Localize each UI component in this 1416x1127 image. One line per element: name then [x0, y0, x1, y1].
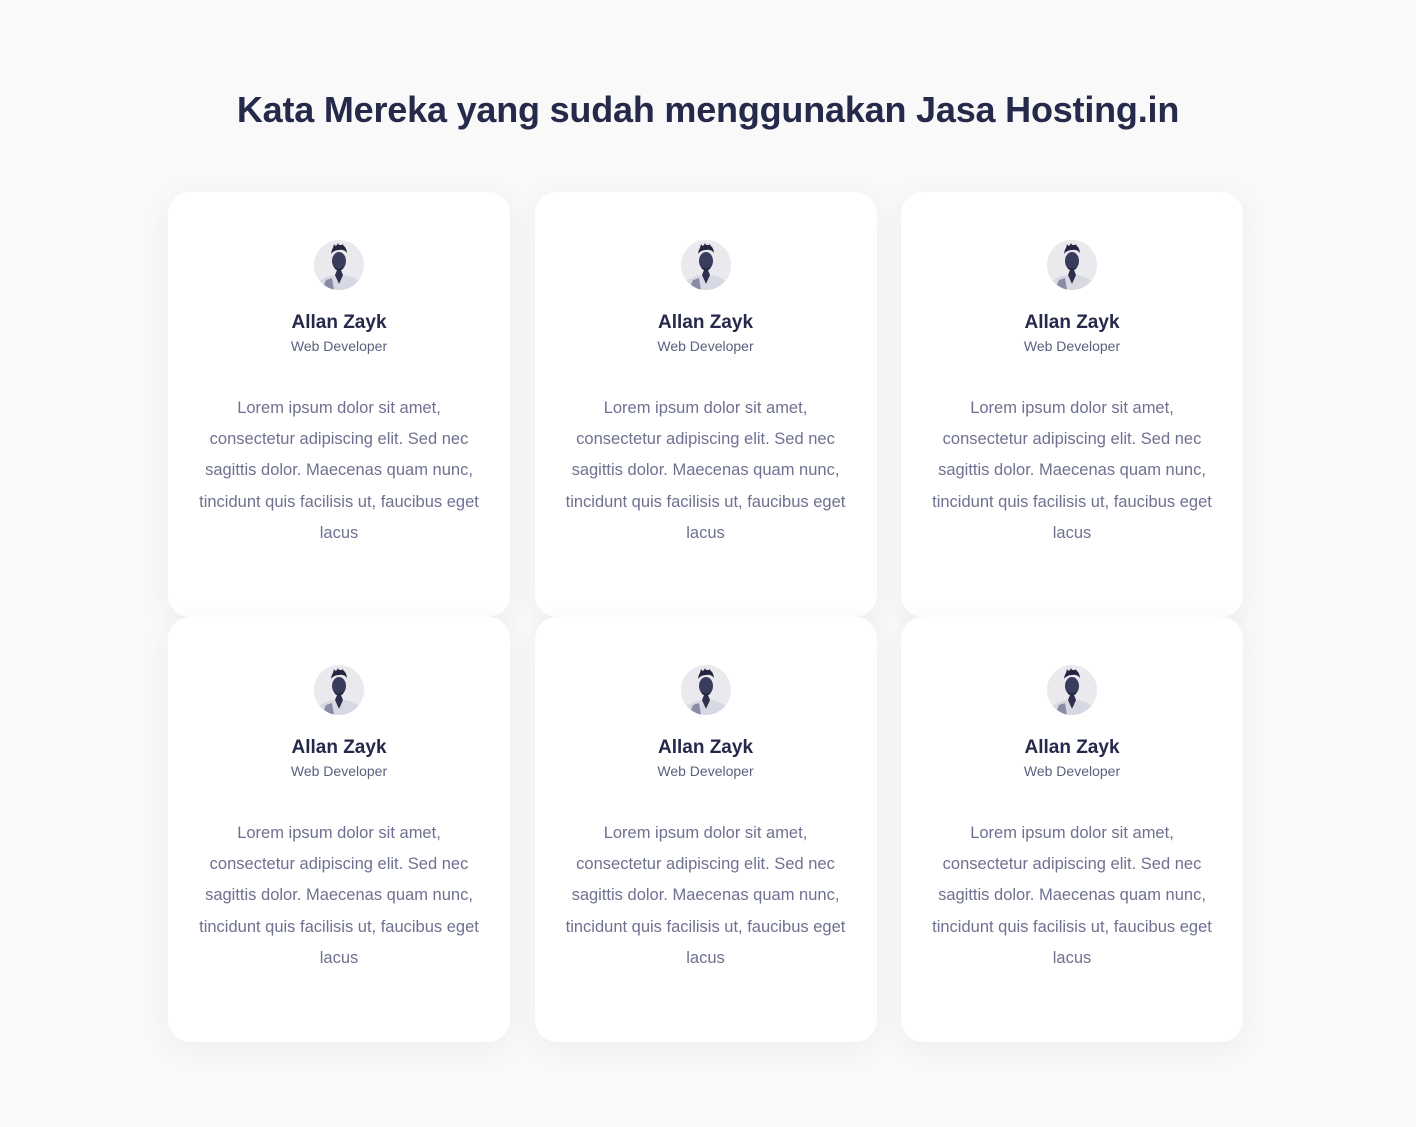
avatar-portrait-icon	[680, 240, 731, 290]
author-name: Allan Zayk	[1024, 312, 1120, 333]
testimonial-text: Lorem ipsum dolor sit amet, consectetur …	[932, 824, 1212, 967]
testimonial-text: Lorem ipsum dolor sit amet, consectetur …	[199, 399, 479, 542]
author-name: Allan Zayk	[657, 737, 754, 758]
testimonial-card: Allan Zayk Web Developer Lorem ipsum dol…	[168, 192, 510, 617]
avatar-portrait-icon	[1047, 240, 1097, 290]
author-role: Web Developer	[1023, 763, 1121, 779]
author-role: Web Developer	[1023, 338, 1121, 354]
testimonial-card: Allan Zayk Web Developer Lorem ipsum dol…	[901, 192, 1243, 617]
testimonial-card: Allan Zayk Web Developer Lorem ipsum dol…	[534, 617, 877, 1042]
testimonial-text: Lorem ipsum dolor sit amet, consectetur …	[565, 824, 846, 967]
testimonial-card: Allan Zayk Web Developer Lorem ipsum dol…	[168, 617, 510, 1042]
testimonial-text: Lorem ipsum dolor sit amet, consectetur …	[932, 399, 1212, 542]
author-name: Allan Zayk	[291, 312, 387, 333]
avatar-portrait-icon	[1047, 665, 1097, 715]
section-title: Kata Mereka yang sudah menggunakan Jasa …	[236, 89, 1180, 130]
author-role: Web Developer	[657, 338, 754, 354]
author-name: Allan Zayk	[657, 312, 754, 333]
avatar-portrait-icon	[314, 665, 364, 715]
author-name: Allan Zayk	[1024, 737, 1120, 758]
author-role: Web Developer	[657, 763, 754, 779]
avatar-portrait-icon	[680, 665, 731, 715]
testimonials-section: Kata Mereka yang sudah menggunakan Jasa …	[0, 0, 1416, 1127]
testimonial-grid: Allan Zayk Web Developer Lorem ipsum dol…	[168, 192, 1243, 1042]
testimonial-text: Lorem ipsum dolor sit amet, consectetur …	[199, 824, 479, 967]
author-role: Web Developer	[290, 338, 388, 354]
avatar-portrait-icon	[314, 240, 364, 290]
author-name: Allan Zayk	[291, 737, 387, 758]
author-role: Web Developer	[290, 763, 388, 779]
testimonial-text: Lorem ipsum dolor sit amet, consectetur …	[565, 399, 846, 542]
testimonial-card: Allan Zayk Web Developer Lorem ipsum dol…	[901, 617, 1243, 1042]
testimonial-card: Allan Zayk Web Developer Lorem ipsum dol…	[534, 192, 877, 617]
